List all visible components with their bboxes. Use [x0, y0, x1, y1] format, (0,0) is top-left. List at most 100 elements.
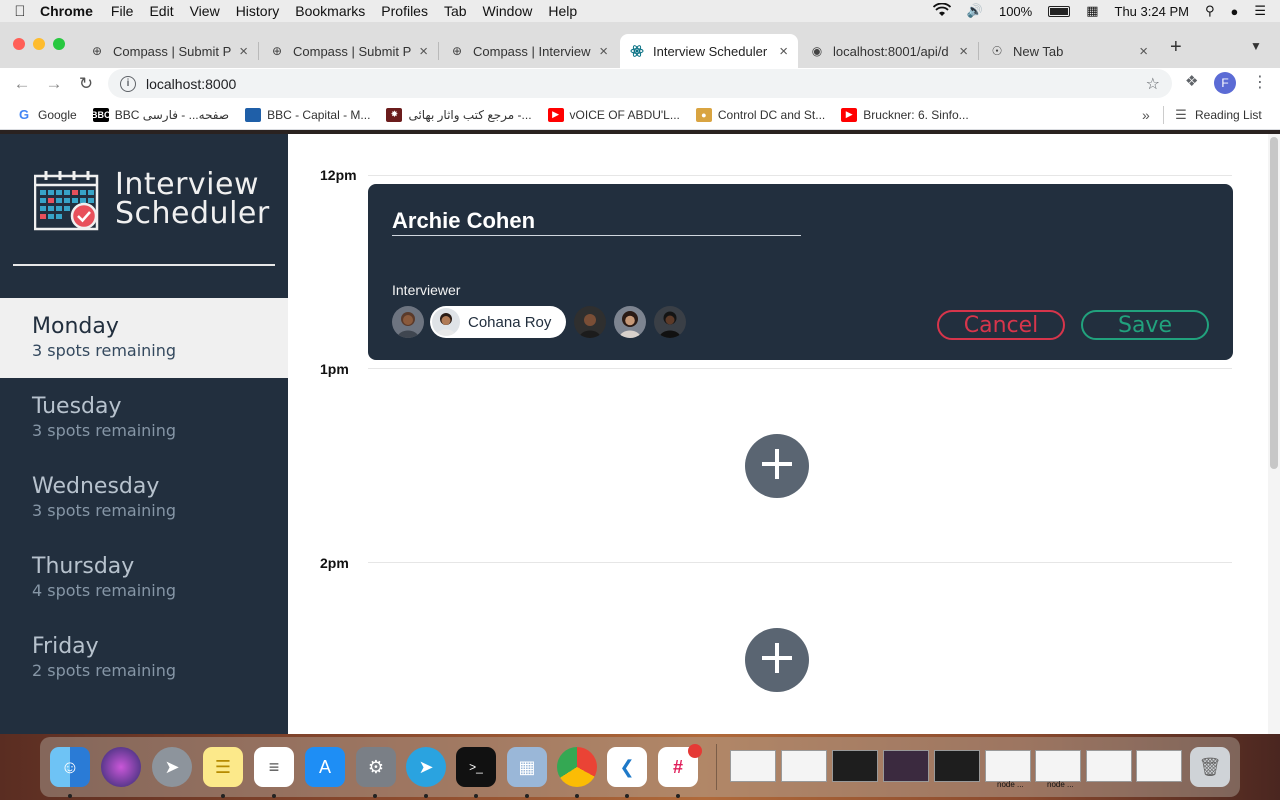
menu-window[interactable]: Window [483, 3, 533, 19]
day-list-item-wednesday[interactable]: Wednesday 3 spots remaining [0, 458, 288, 538]
reminders-icon[interactable]: ≡ [254, 747, 294, 787]
telegram-icon[interactable]: ➤ [406, 747, 446, 787]
finder-icon[interactable]: ☺ [50, 747, 90, 787]
menu-edit[interactable]: Edit [149, 3, 173, 19]
day-name: Wednesday [32, 474, 160, 499]
more-menu-icon[interactable]: ⋮ [1252, 72, 1268, 92]
browser-tab[interactable]: ⊕ Compass | Submit P × [260, 34, 438, 68]
time-slot-label: 2pm [320, 555, 349, 571]
site-info-icon[interactable]: i [120, 75, 136, 92]
apple-menu-icon[interactable]:  [0, 3, 40, 20]
save-button[interactable]: Save [1081, 310, 1209, 340]
bookmark-bbc-persian[interactable]: BBC BBC صفحه... - فارسی [91, 107, 229, 122]
clock[interactable]: Thu 3:24 PM [1115, 4, 1189, 19]
menu-file[interactable]: File [111, 3, 134, 19]
menu-view[interactable]: View [190, 3, 220, 19]
bookmark-voice[interactable]: ▶ vOICE OF ABDU'L... [547, 107, 680, 122]
minimize-window-button[interactable] [33, 38, 45, 50]
minimized-window-thumbnail[interactable] [781, 750, 827, 782]
reading-list-label: Reading List [1195, 107, 1262, 122]
student-name-input[interactable] [392, 206, 801, 236]
minimized-window-thumbnail[interactable] [1086, 750, 1132, 782]
chrome-icon[interactable] [557, 747, 597, 787]
interviewer-avatar[interactable] [574, 306, 606, 338]
minimized-window-thumbnail[interactable] [934, 750, 980, 782]
close-tab-icon[interactable]: × [779, 43, 788, 60]
bookmark-bbc-capital[interactable]: BBC - Capital - M... [245, 107, 370, 122]
bookmark-control-dc[interactable]: ● Control DC and St... [695, 107, 825, 122]
notes-icon[interactable]: ☰ [203, 747, 243, 787]
close-window-button[interactable] [13, 38, 25, 50]
minimized-window-thumbnail[interactable] [1136, 750, 1182, 782]
forward-icon[interactable]: → [38, 74, 70, 94]
day-list-item-thursday[interactable]: Thursday 4 spots remaining [0, 538, 288, 618]
close-tab-icon[interactable]: × [419, 43, 428, 60]
volume-icon[interactable]: 🔊 [967, 3, 983, 19]
vscode-icon[interactable]: ❮ [607, 747, 647, 787]
back-icon[interactable]: ← [6, 74, 38, 94]
browser-tab[interactable]: ☉ New Tab × [980, 34, 1158, 68]
minimized-window-thumbnail[interactable] [883, 750, 929, 782]
bahai-icon: ✸ [386, 107, 403, 122]
minimized-window-thumbnail[interactable] [730, 750, 776, 782]
close-tab-icon[interactable]: × [1139, 43, 1148, 60]
scrollbar-thumb[interactable] [1270, 137, 1278, 469]
preview-icon[interactable]: ▦ [507, 747, 547, 787]
menu-help[interactable]: Help [548, 3, 577, 19]
menu-bookmarks[interactable]: Bookmarks [295, 3, 365, 19]
new-tab-icon[interactable]: + [1170, 36, 1182, 59]
add-appointment-button[interactable] [745, 628, 809, 692]
browser-tab-active[interactable]: Interview Scheduler × [620, 34, 798, 68]
battery-icon[interactable] [1048, 5, 1071, 17]
bookmark-bahai[interactable]: ✸ مرجع كتب واثار بهائى -... [386, 107, 532, 122]
reading-list-button[interactable]: ☰ Reading List [1173, 107, 1262, 122]
add-appointment-button[interactable] [745, 434, 809, 498]
control-center-icon[interactable]: ☰ [1254, 3, 1266, 19]
reload-icon[interactable]: ↻ [70, 74, 102, 94]
interviewer-avatar[interactable] [614, 306, 646, 338]
tab-separator [978, 42, 979, 60]
minimized-window-thumbnail[interactable] [1035, 750, 1081, 782]
day-list-item-friday[interactable]: Friday 2 spots remaining [0, 618, 288, 698]
day-list-item-monday[interactable]: Monday 3 spots remaining [0, 298, 288, 378]
profile-avatar[interactable]: F [1214, 72, 1236, 94]
extensions-puzzle-icon[interactable]: ❖ [1185, 72, 1198, 90]
browser-tab[interactable]: ⊕ Compass | Submit P × [80, 34, 258, 68]
zoom-window-button[interactable] [53, 38, 65, 50]
wifi-icon[interactable] [932, 2, 951, 20]
minimized-window-thumbnail[interactable] [985, 750, 1031, 782]
browser-tab[interactable]: ⊕ Compass | Interview × [440, 34, 618, 68]
bookmark-star-icon[interactable]: ☆ [1146, 74, 1160, 94]
interviewer-avatar[interactable] [654, 306, 686, 338]
page-scrollbar[interactable] [1268, 134, 1280, 734]
address-bar[interactable]: i localhost:8000 ☆ [108, 69, 1172, 98]
close-tab-icon[interactable]: × [599, 43, 608, 60]
interviewer-avatar[interactable] [392, 306, 424, 338]
system-preferences-icon[interactable]: ⚙ [356, 747, 396, 787]
terminal-icon[interactable]: >_ [456, 747, 496, 787]
notification-badge [688, 744, 702, 758]
spotlight-search-icon[interactable]: ⚲ [1205, 3, 1215, 19]
bookmark-bruckner[interactable]: ▶ Bruckner: 6. Sinfo... [841, 107, 969, 122]
minimized-window-thumbnail[interactable] [832, 750, 878, 782]
app-store-icon[interactable]: A [305, 747, 345, 787]
bookmark-google[interactable]: G Google [16, 107, 77, 122]
browser-tab[interactable]: ◉ localhost:8001/api/d × [800, 34, 978, 68]
siri-icon[interactable] [101, 747, 141, 787]
menu-tab[interactable]: Tab [444, 3, 467, 19]
menu-profiles[interactable]: Profiles [381, 3, 428, 19]
tab-search-icon[interactable]: ▼ [1250, 39, 1262, 53]
siri-menu-icon[interactable]: ● [1230, 4, 1238, 19]
launchpad-icon[interactable]: ➤ [152, 747, 192, 787]
trash-icon[interactable]: 🗑 [1190, 747, 1230, 787]
menu-app-name[interactable]: Chrome [40, 3, 93, 19]
cancel-button[interactable]: Cancel [937, 310, 1065, 340]
input-menu-icon[interactable]: ▦ [1086, 3, 1098, 19]
day-name: Tuesday [32, 394, 122, 419]
menu-history[interactable]: History [236, 3, 280, 19]
more-bookmarks-icon[interactable]: » [1142, 107, 1150, 123]
close-tab-icon[interactable]: × [959, 43, 968, 60]
close-tab-icon[interactable]: × [239, 43, 248, 60]
interviewer-selected[interactable]: Cohana Roy [430, 306, 566, 338]
day-list-item-tuesday[interactable]: Tuesday 3 spots remaining [0, 378, 288, 458]
